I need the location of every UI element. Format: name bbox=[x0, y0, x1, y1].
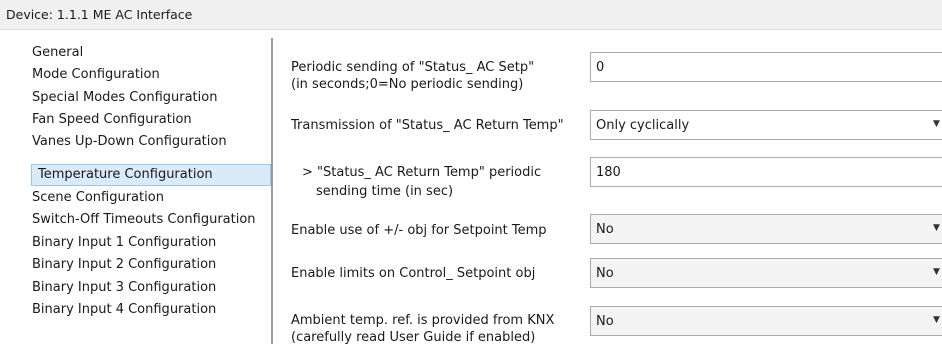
ambient-knx-value: No bbox=[596, 314, 614, 329]
ambient-knx-label-line2: (carefully read User Guide if enabled) bbox=[291, 330, 536, 345]
sidebar-item-binary-input-1-configuration[interactable]: Binary Input 1 Configuration bbox=[32, 232, 216, 254]
status-setp-period-input[interactable]: 0 ▲ ▼ bbox=[590, 52, 942, 82]
sidebar-item-special-modes-configuration[interactable]: Special Modes Configuration bbox=[32, 87, 217, 109]
return-temp-period-label-line1: > "Status_ AC Return Temp" periodic bbox=[302, 165, 542, 180]
return-temp-period-value: 180 bbox=[596, 165, 621, 180]
transmission-return-temp-label: Transmission of "Status_ AC Return Temp" bbox=[291, 118, 564, 133]
transmission-return-temp-select[interactable]: Only cyclically ▼ bbox=[590, 110, 942, 140]
status-setp-label-line2: (in seconds;0=No periodic sending) bbox=[291, 77, 524, 92]
chevron-down-icon: ▼ bbox=[933, 223, 940, 233]
sidebar-item-mode-configuration[interactable]: Mode Configuration bbox=[32, 64, 160, 86]
sidebar-item-general[interactable]: General bbox=[32, 42, 83, 64]
return-temp-period-input[interactable]: 180 ▲ ▼ bbox=[590, 157, 942, 187]
enable-plus-minus-label: Enable use of +/- obj for Setpoint Temp bbox=[291, 223, 547, 238]
sidebar-item-fan-speed-configuration[interactable]: Fan Speed Configuration bbox=[32, 109, 192, 131]
sidebar-item-scene-configuration[interactable]: Scene Configuration bbox=[32, 187, 164, 209]
ambient-knx-label-line1: Ambient temp. ref. is provided from KNX bbox=[291, 313, 555, 328]
sidebar-item-switch-off-timeouts-configuration[interactable]: Switch-Off Timeouts Configuration bbox=[32, 209, 256, 231]
transmission-return-temp-value: Only cyclically bbox=[596, 118, 690, 133]
chevron-down-icon: ▼ bbox=[933, 267, 940, 277]
window-title: Device: 1.1.1 ME AC Interface bbox=[0, 0, 942, 30]
enable-plus-minus-value: No bbox=[596, 222, 614, 237]
enable-limits-label: Enable limits on Control_ Setpoint obj bbox=[291, 266, 536, 281]
chevron-down-icon: ▼ bbox=[933, 119, 940, 129]
status-setp-label-line1: Periodic sending of "Status_ AC Setp" bbox=[291, 60, 535, 75]
panel-divider[interactable] bbox=[271, 38, 273, 344]
sidebar-item-vanes-up-down-configuration[interactable]: Vanes Up-Down Configuration bbox=[32, 131, 227, 153]
status-setp-period-value: 0 bbox=[596, 60, 605, 75]
ambient-knx-select[interactable]: No ▼ bbox=[590, 306, 942, 336]
sidebar-item-binary-input-4-configuration[interactable]: Binary Input 4 Configuration bbox=[32, 299, 216, 321]
enable-plus-minus-select[interactable]: No ▼ bbox=[590, 214, 942, 244]
chevron-down-icon: ▼ bbox=[933, 315, 940, 325]
sidebar-item-binary-input-3-configuration[interactable]: Binary Input 3 Configuration bbox=[32, 277, 216, 299]
return-temp-period-label-line2: sending time (in sec) bbox=[316, 184, 454, 199]
sidebar: General Mode Configuration Special Modes… bbox=[0, 30, 271, 344]
enable-limits-value: No bbox=[596, 266, 614, 281]
enable-limits-select[interactable]: No ▼ bbox=[590, 258, 942, 288]
sidebar-item-temperature-configuration[interactable]: Temperature Configuration bbox=[31, 164, 271, 186]
sidebar-item-binary-input-2-configuration[interactable]: Binary Input 2 Configuration bbox=[32, 254, 216, 276]
